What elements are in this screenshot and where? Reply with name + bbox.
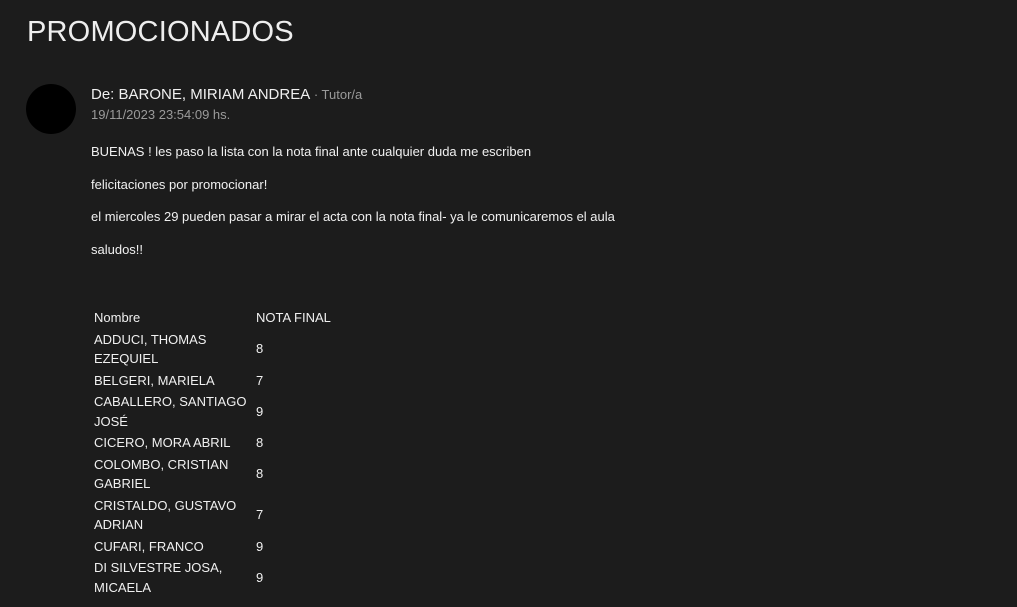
final-grade-cell: 9: [256, 569, 264, 585]
student-name-line: GABRIEL: [94, 476, 151, 491]
author-role: · Tutor/a: [310, 87, 363, 102]
table-header-row: Nombre NOTA FINAL: [91, 307, 334, 329]
post-body: BUENAS ! les paso la lista con la nota f…: [91, 143, 615, 273]
avatar: [26, 84, 76, 134]
table-row: DI SILVESTRE JOSA, MICAELA 9: [91, 557, 334, 598]
post-paragraph: BUENAS ! les paso la lista con la nota f…: [91, 144, 532, 159]
table-row: CABALLERO, SANTIAGO JOSÉ 9: [91, 391, 334, 432]
post-paragraph: felicitaciones por promocionar!: [91, 176, 268, 192]
table-row: CRISTALDO, GUSTAVO ADRIAN 7: [91, 495, 334, 536]
student-name-line: ADRIAN: [94, 517, 144, 532]
student-name-cell: CABALLERO, SANTIAGO JOSÉ: [91, 391, 253, 432]
grades-table: Nombre NOTA FINAL ADDUCI, THOMAS EZEQUIEL…: [91, 307, 334, 598]
final-grade-cell: 8: [256, 341, 264, 357]
student-name-line: CABALLERO, SANTIAGO: [94, 394, 247, 409]
student-name-line: BELGERI, MARIELA: [94, 372, 215, 388]
student-name-cell: CUFARI, FRANCO: [91, 536, 253, 558]
student-name-cell: ADDUCI, THOMAS EZEQUIEL: [91, 329, 253, 370]
table-row: COLOMBO, CRISTIAN GABRIEL 8: [91, 454, 334, 495]
table-row: CUFARI, FRANCO 9: [91, 536, 334, 558]
post-paragraph: saludos!!: [91, 241, 144, 257]
student-name-line: DI SILVESTRE JOSA,: [94, 560, 223, 575]
student-name-line: JOSÉ: [94, 413, 128, 429]
table-row: ADDUCI, THOMAS EZEQUIEL 8: [91, 329, 334, 370]
student-name-line: ADDUCI, THOMAS: [94, 331, 207, 347]
student-name-line: EZEQUIEL: [94, 351, 159, 366]
final-grade-cell: 8: [256, 466, 264, 482]
page-title: PROMOCIONADOS: [27, 16, 294, 48]
final-grade-cell: 7: [256, 372, 264, 388]
post-from-line: De: BARONE, MIRIAM ANDREA · Tutor/a: [91, 85, 362, 105]
final-grade-cell: 7: [256, 507, 264, 523]
final-grade-cell: 8: [256, 435, 264, 450]
post-header: De: BARONE, MIRIAM ANDREA · Tutor/a 19/1…: [91, 85, 362, 122]
student-name-cell: COLOMBO, CRISTIAN GABRIEL: [91, 454, 253, 495]
student-name-cell: DI SILVESTRE JOSA, MICAELA: [91, 557, 253, 598]
author-name[interactable]: BARONE, MIRIAM ANDREA: [119, 86, 311, 103]
table-row: BELGERI, MARIELA 7: [91, 370, 334, 392]
student-name-line: COLOMBO, CRISTIAN: [94, 456, 229, 472]
post-timestamp: 19/11/2023 23:54:09 hs.: [91, 107, 231, 122]
final-grade-cell: 9: [256, 538, 264, 554]
table-row: CICERO, MORA ABRIL 8: [91, 432, 334, 454]
post-paragraph: el miercoles 29 pueden pasar a mirar el …: [91, 209, 615, 224]
student-name-cell: BELGERI, MARIELA: [91, 370, 253, 392]
student-name-line: CRISTALDO, GUSTAVO: [94, 497, 237, 513]
student-name-line: CICERO, MORA ABRIL: [94, 435, 231, 450]
column-header-name: Nombre: [94, 310, 141, 325]
student-name-line: CUFARI, FRANCO: [94, 538, 204, 554]
student-name-cell: CICERO, MORA ABRIL: [91, 432, 253, 454]
column-header-grade: NOTA FINAL: [256, 310, 331, 325]
student-name-cell: CRISTALDO, GUSTAVO ADRIAN: [91, 495, 253, 536]
from-prefix: De:: [91, 86, 119, 103]
student-name-line: MICAELA: [94, 579, 152, 595]
final-grade-cell: 9: [256, 403, 264, 419]
